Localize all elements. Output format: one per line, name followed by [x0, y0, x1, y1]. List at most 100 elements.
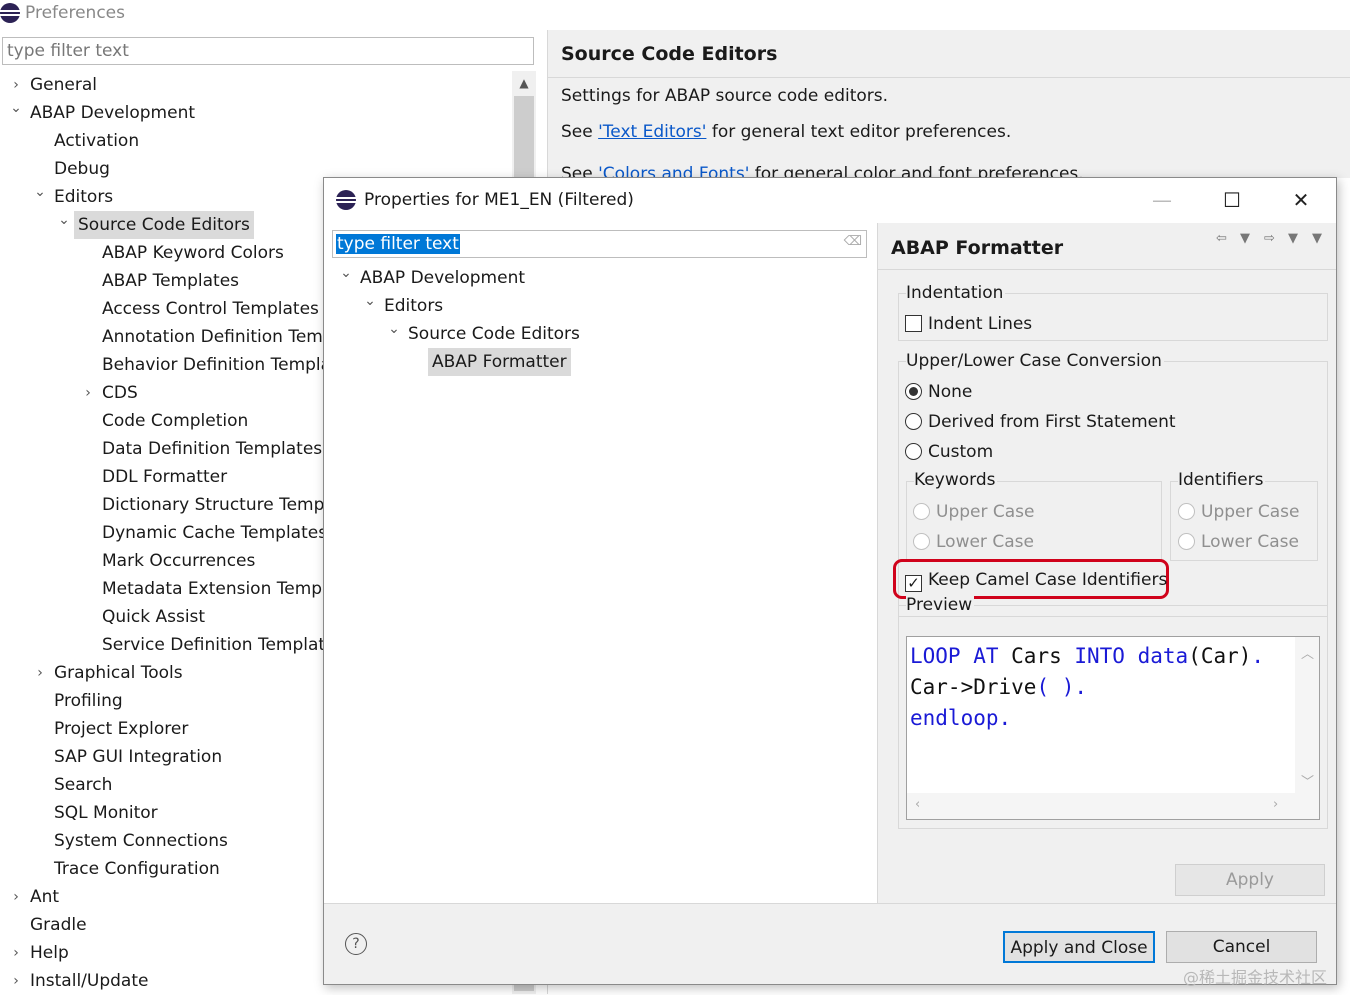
- code-keyword: ( ).: [1036, 675, 1088, 699]
- tree-item-label: ABAP Templates: [102, 271, 240, 291]
- eclipse-logo-icon: [336, 190, 356, 210]
- tree-item-label: Mark Occurrences: [102, 551, 256, 571]
- text-editors-link[interactable]: 'Text Editors': [598, 122, 706, 142]
- back-arrow-icon[interactable]: ⇦: [1216, 231, 1227, 246]
- tree-item-label: Project Explorer: [54, 719, 189, 739]
- watermark-text: @稀土掘金技术社区: [1183, 968, 1328, 987]
- preview-code-area[interactable]: LOOP AT Cars INTO data(Car). Car->Drive(…: [906, 636, 1320, 820]
- forward-dropdown-icon[interactable]: ▼: [1288, 231, 1298, 246]
- scroll-down-icon[interactable]: ﹀: [1301, 771, 1314, 790]
- minimize-icon[interactable]: —: [1127, 178, 1197, 223]
- tree-item-label: ABAP Development: [30, 103, 196, 123]
- tree-item-label: System Connections: [54, 831, 228, 851]
- indent-lines-check-box[interactable]: [905, 315, 922, 332]
- code-keyword: LOOP AT: [910, 644, 999, 668]
- chevron-down-icon[interactable]: ⌄: [338, 264, 354, 292]
- tree-item-label: Source Code Editors: [74, 211, 254, 239]
- code-keyword: endloop.: [910, 706, 1012, 730]
- identifiers-label: Identifiers: [1178, 470, 1266, 490]
- close-icon[interactable]: ✕: [1266, 178, 1336, 223]
- tree-item-label: Dynamic Cache Templates: [102, 523, 328, 543]
- chevron-down-icon[interactable]: ⌄: [56, 211, 72, 239]
- chevron-right-icon[interactable]: ›: [80, 379, 96, 407]
- radio-custom-icon[interactable]: [905, 443, 922, 460]
- page-description: Settings for ABAP source code editors.: [561, 86, 889, 106]
- identifiers-upper-case-radio[interactable]: Upper Case: [1178, 499, 1299, 525]
- code-keyword: INTO: [1074, 644, 1125, 668]
- view-menu-icon[interactable]: ▼: [1312, 231, 1322, 246]
- maximize-icon[interactable]: ☐: [1197, 178, 1267, 223]
- identifiers-lower-case-radio[interactable]: Lower Case: [1178, 529, 1299, 555]
- chevron-right-icon[interactable]: ›: [8, 71, 24, 99]
- code-token: Car->Drive: [910, 675, 1037, 699]
- tree-item-label: Search: [54, 775, 113, 795]
- dialog-navigation-pane: type filter text ⌫ ⌄ ABAP Development ⌄ Edi…: [324, 223, 878, 903]
- dialog-filter-input[interactable]: type filter text ⌫: [332, 230, 867, 258]
- indentation-label: Indentation: [906, 283, 1006, 303]
- code-keyword: .: [1251, 644, 1265, 668]
- radio-derived-first-statement[interactable]: Derived from First Statement: [905, 409, 1176, 435]
- tree-item-label: Metadata Extension Templat: [102, 579, 344, 599]
- radio-custom[interactable]: Custom: [905, 439, 993, 465]
- tree-item-label: Behavior Definition Template: [102, 355, 349, 375]
- radio-derived-icon[interactable]: [905, 413, 922, 430]
- dialog-title: Properties for ME1_EN (Filtered): [364, 190, 634, 210]
- tree-item-label: Quick Assist: [102, 607, 206, 627]
- tree-item-label: CDS: [102, 383, 138, 403]
- keep-camel-case-checkbox[interactable]: ✓ Keep Camel Case Identifiers: [905, 567, 1167, 593]
- tree-item-label: Graphical Tools: [54, 663, 183, 683]
- indent-lines-checkbox[interactable]: Indent Lines: [905, 311, 1032, 337]
- preview-label: Preview: [906, 595, 975, 615]
- preview-vertical-scrollbar[interactable]: ︿ ﹀: [1295, 637, 1319, 793]
- scroll-left-icon[interactable]: ‹: [915, 797, 920, 812]
- tree-item-label: DDL Formatter: [102, 467, 228, 487]
- keywords-upper-case-radio[interactable]: Upper Case: [913, 499, 1034, 525]
- forward-arrow-icon[interactable]: ⇨: [1264, 231, 1275, 246]
- back-dropdown-icon[interactable]: ▼: [1240, 231, 1250, 246]
- preferences-filter-input[interactable]: type filter text: [2, 37, 534, 65]
- chevron-right-icon[interactable]: ›: [8, 883, 24, 911]
- preview-line-2: Car->Drive( ).: [910, 675, 1087, 699]
- tree-item-label: Editors: [54, 187, 114, 207]
- chevron-right-icon[interactable]: ›: [8, 939, 24, 967]
- tree-item-label: Data Definition Templates: [102, 439, 323, 459]
- tree-item-label: Install/Update: [30, 971, 149, 991]
- code-token: Cars: [998, 644, 1075, 668]
- scroll-right-icon[interactable]: ›: [1273, 797, 1278, 812]
- apply-and-close-button[interactable]: Apply and Close: [1003, 931, 1155, 963]
- cancel-button[interactable]: Cancel: [1166, 931, 1317, 963]
- radio-none[interactable]: None: [905, 379, 972, 405]
- tree-item-label: Gradle: [30, 915, 87, 935]
- chevron-down-icon[interactable]: ⌄: [362, 292, 378, 320]
- radio-none-icon[interactable]: [905, 383, 922, 400]
- tree-item-label: Help: [30, 943, 69, 963]
- tree-item-label: Code Completion: [102, 411, 249, 431]
- apply-button[interactable]: Apply: [1175, 864, 1325, 896]
- chevron-right-icon[interactable]: ›: [32, 659, 48, 687]
- clear-filter-icon[interactable]: ⌫: [844, 234, 862, 249]
- dialog-title-bar[interactable]: Properties for ME1_EN (Filtered) — ☐ ✕: [324, 178, 1336, 223]
- tree-item-label: Access Control Templates: [102, 299, 319, 319]
- scroll-up-icon[interactable]: ▲: [512, 71, 536, 95]
- dialog-tree-item-label: Source Code Editors: [408, 324, 580, 344]
- preferences-window-title: Preferences: [25, 3, 125, 23]
- chevron-down-icon[interactable]: ⌄: [386, 320, 402, 348]
- tree-item-label: Dictionary Structure Templat: [102, 495, 347, 515]
- chevron-down-icon[interactable]: ⌄: [32, 183, 48, 211]
- keywords-lower-case-radio[interactable]: Lower Case: [913, 529, 1034, 555]
- chevron-right-icon[interactable]: ›: [8, 967, 24, 995]
- scroll-up-icon[interactable]: ︿: [1301, 643, 1314, 662]
- dialog-filter-selected-text: type filter text: [336, 234, 460, 254]
- tree-item-label: Profiling: [54, 691, 123, 711]
- keep-camel-case-check-box[interactable]: ✓: [905, 575, 922, 592]
- properties-dialog: Properties for ME1_EN (Filtered) — ☐ ✕ t…: [323, 177, 1337, 985]
- preview-horizontal-scrollbar[interactable]: ‹ ›: [907, 793, 1319, 819]
- tree-item-label: Annotation Definition Templ: [102, 327, 339, 347]
- tree-item-label: Debug: [54, 159, 110, 179]
- eclipse-logo-icon: [0, 3, 20, 23]
- help-icon[interactable]: ?: [345, 933, 367, 955]
- dialog-tree-item-label: Editors: [384, 296, 444, 316]
- formatter-page-title: ABAP Formatter: [891, 237, 1064, 259]
- chevron-down-icon[interactable]: ⌄: [8, 99, 24, 127]
